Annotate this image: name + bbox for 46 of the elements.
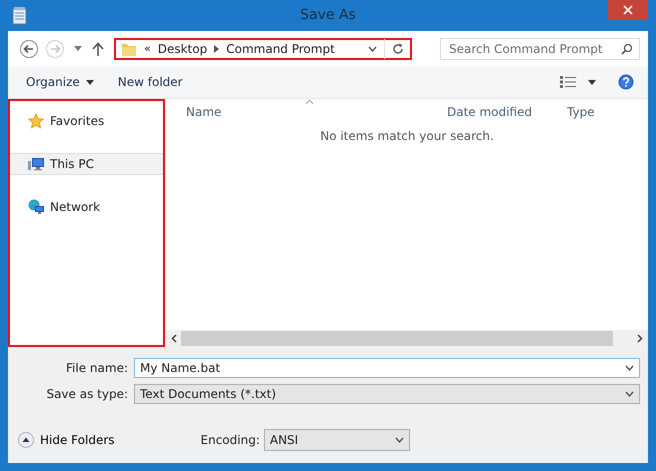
close-icon [623, 5, 633, 15]
chevron-down-icon[interactable] [625, 391, 634, 397]
field-label: Encoding: [200, 433, 260, 447]
field-label: File name: [65, 361, 129, 375]
navigation-item[interactable]: Favorites [10, 111, 163, 131]
breadcrumb[interactable]: Command Prompt [226, 42, 335, 56]
encoding-dropdown[interactable]: ANSI [264, 429, 410, 451]
navigation-item[interactable]: Network [10, 197, 163, 217]
column-header[interactable]: Type [567, 105, 595, 119]
separator-arrow-icon[interactable] [214, 44, 220, 52]
breadcrumb[interactable]: Desktop [158, 42, 208, 56]
horizontal-scrollbar[interactable] [166, 330, 648, 347]
column-header[interactable]: Name [186, 105, 222, 119]
caret-icon [86, 80, 94, 84]
search-icon [621, 42, 633, 54]
empty-message: No items match your search. [319, 129, 495, 143]
notepad-icon [12, 6, 28, 24]
hide-folders-button[interactable]: Hide Folders [18, 432, 115, 448]
chevron-down-icon[interactable] [368, 46, 377, 52]
column-header[interactable]: Date modified [447, 105, 532, 119]
star-icon [28, 113, 44, 129]
network-globe-icon [28, 199, 44, 215]
sort-caret-icon [306, 100, 313, 104]
scroll-left-icon[interactable] [171, 334, 177, 343]
address-bar[interactable]: « Desktop Command Prompt [114, 38, 412, 60]
refresh-icon[interactable] [392, 42, 404, 54]
search-field[interactable]: Search Command Prompt [440, 38, 640, 60]
view-list-icon[interactable] [560, 76, 576, 88]
field-label: Save as type: [45, 387, 129, 401]
overflow-chevron[interactable]: « [144, 42, 151, 55]
file-type-dropdown[interactable]: Text Documents (*.txt) [134, 384, 640, 404]
close-button[interactable] [608, 0, 648, 20]
organize-button[interactable]: Organize [18, 72, 102, 92]
chevron-down-icon[interactable] [394, 437, 404, 443]
help-icon[interactable] [618, 74, 634, 90]
chevron-down-icon[interactable] [625, 365, 634, 371]
new-folder-button[interactable]: New folder [110, 72, 191, 92]
up-arrow-icon[interactable] [92, 42, 104, 56]
window-title: Save As [300, 7, 356, 23]
computer-icon [28, 156, 44, 172]
back-button[interactable] [18, 38, 40, 60]
scrollbar-thumb[interactable] [181, 331, 613, 346]
navigation-item[interactable]: This PC [10, 153, 163, 175]
file-name-field[interactable]: My Name.bat [134, 358, 640, 378]
scroll-right-icon[interactable] [637, 334, 643, 343]
dropdown-caret-icon[interactable] [588, 80, 596, 84]
